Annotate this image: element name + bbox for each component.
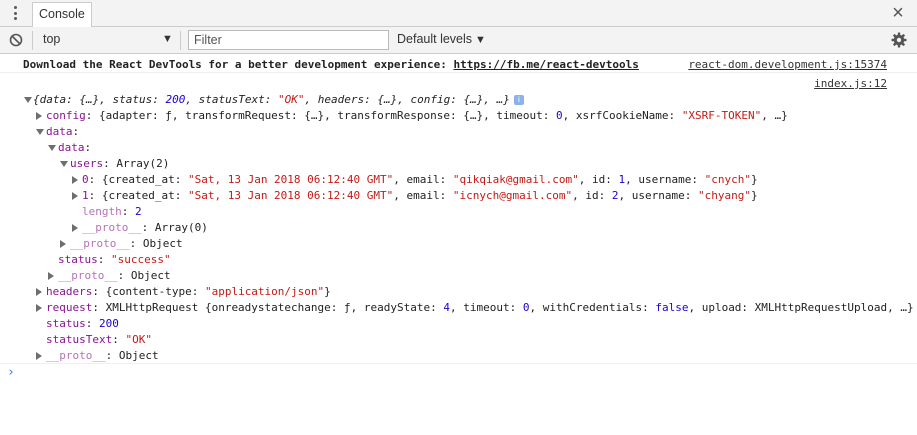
prop-key: status (58, 253, 98, 266)
prop-value: 200 (99, 317, 119, 330)
tree-row-proto-object[interactable]: __proto__: Object (46, 348, 159, 364)
settings-gear-icon[interactable] (891, 32, 907, 48)
tree-row-user-0[interactable]: 0: {created_at: "Sat, 13 Jan 2018 06:12:… (82, 172, 758, 188)
context-selector[interactable]: top (43, 32, 60, 46)
prop-value: "success" (111, 253, 171, 266)
tree-row-proto-array[interactable]: __proto__: Array(0) (82, 220, 208, 236)
prop-key: data (46, 125, 73, 138)
collapsed-triangle-icon[interactable] (36, 288, 42, 296)
banner-source-link[interactable]: react-dom.development.js:15374 (688, 57, 887, 73)
prop-value: {created_at: "Sat, 13 Jan 2018 06:12:40 … (101, 173, 758, 186)
banner-message: Download the React DevTools for a better… (23, 58, 454, 71)
log-levels-label: Default levels (397, 32, 473, 46)
close-icon[interactable]: × (889, 3, 907, 23)
collapsed-triangle-icon[interactable] (36, 112, 42, 120)
tree-row-config[interactable]: config: {adapter: ƒ, transformRequest: {… (46, 108, 788, 124)
tree-row-data-inner[interactable]: data: (58, 140, 91, 156)
drawer-tab-bar: Console × (0, 0, 917, 27)
prop-key: data (58, 141, 85, 154)
toolbar-divider (32, 31, 33, 50)
prop-key: __proto__ (46, 349, 106, 362)
collapsed-triangle-icon[interactable] (72, 192, 78, 200)
prop-key: users (70, 157, 104, 170)
collapsed-triangle-icon[interactable] (60, 240, 66, 248)
collapsed-triangle-icon[interactable] (48, 272, 54, 280)
expand-triangle-icon[interactable] (48, 145, 56, 151)
chevron-down-icon: ▼ (475, 34, 486, 46)
prop-key: 1 (82, 189, 89, 202)
filter-input[interactable] (188, 30, 389, 50)
prop-key: length (82, 205, 122, 218)
collapsed-triangle-icon[interactable] (36, 352, 42, 360)
expand-triangle-icon[interactable] (60, 161, 68, 167)
prop-value: Object (118, 349, 159, 362)
tree-row-proto-object[interactable]: __proto__: Object (58, 268, 171, 284)
object-summary[interactable]: {data: {…}, status: 200, statusText: "OK… (33, 92, 524, 108)
log-levels-dropdown[interactable]: Default levels ▼ (397, 32, 486, 46)
toolbar-divider (180, 31, 181, 50)
tree-row-length: length: 2 (82, 205, 142, 218)
prop-value: Object (130, 269, 171, 282)
tree-row-status-inner: status: "success" (58, 253, 171, 266)
tree-row-user-1[interactable]: 1: {created_at: "Sat, 13 Jan 2018 06:12:… (82, 188, 758, 204)
prop-key: 0 (82, 173, 89, 186)
prop-value: {adapter: ƒ, transformRequest: {…}, tran… (99, 109, 788, 122)
console-message-log: index.js:12 {data: {…}, status: 200, sta… (0, 75, 917, 364)
info-icon[interactable]: i (513, 95, 524, 105)
tree-row-proto-object[interactable]: __proto__: Object (70, 236, 183, 252)
banner-text: Download the React DevTools for a better… (23, 57, 639, 73)
kebab-menu-icon[interactable] (9, 4, 21, 22)
prop-value: Array(2) (116, 157, 170, 170)
prop-key: __proto__ (58, 269, 118, 282)
prop-value: 2 (135, 205, 142, 218)
expand-triangle-icon[interactable] (24, 97, 32, 103)
prop-key: __proto__ (82, 221, 142, 234)
tree-row-users[interactable]: users: Array(2) (70, 156, 169, 172)
prop-value: Object (142, 237, 183, 250)
tree-row-request[interactable]: request: XMLHttpRequest {onreadystatecha… (46, 300, 914, 316)
collapsed-triangle-icon[interactable] (72, 176, 78, 184)
prop-key: config (46, 109, 86, 122)
prop-value: "OK" (125, 333, 152, 346)
context-dropdown-icon[interactable]: ▼ (162, 33, 173, 45)
prop-value: XMLHttpRequest {onreadystatechange: ƒ, r… (105, 301, 914, 314)
collapsed-triangle-icon[interactable] (72, 224, 78, 232)
prop-value: {created_at: "Sat, 13 Jan 2018 06:12:40 … (101, 189, 758, 202)
prompt-chevron-icon[interactable]: › (7, 365, 15, 380)
tree-row-headers[interactable]: headers: {content-type: "application/jso… (46, 284, 331, 300)
prop-key: request (46, 301, 93, 314)
tab-console[interactable]: Console (32, 2, 92, 27)
devtools-link[interactable]: https://fb.me/react-devtools (453, 58, 638, 71)
prop-value: Array(0) (154, 221, 208, 234)
tree-row-statustext: statusText: "OK" (46, 333, 152, 346)
object-summary-text: {data: {…}, status: 200, statusText: "OK… (33, 93, 510, 106)
console-message-banner: Download the React DevTools for a better… (0, 57, 917, 73)
prop-key: statusText (46, 333, 113, 346)
expand-triangle-icon[interactable] (36, 129, 44, 135)
log-source-link[interactable]: index.js:12 (814, 76, 887, 92)
tree-row-status: status: 200 (46, 317, 119, 330)
clear-console-icon[interactable] (9, 33, 23, 47)
prop-key: __proto__ (70, 237, 130, 250)
console-toolbar: top ▼ Default levels▼ (0, 27, 917, 54)
collapsed-triangle-icon[interactable] (36, 304, 42, 312)
prop-key: headers (46, 285, 93, 298)
tree-row-data[interactable]: data: (46, 124, 79, 140)
prop-key: status (46, 317, 86, 330)
console-output: Download the React DevTools for a better… (0, 54, 917, 435)
